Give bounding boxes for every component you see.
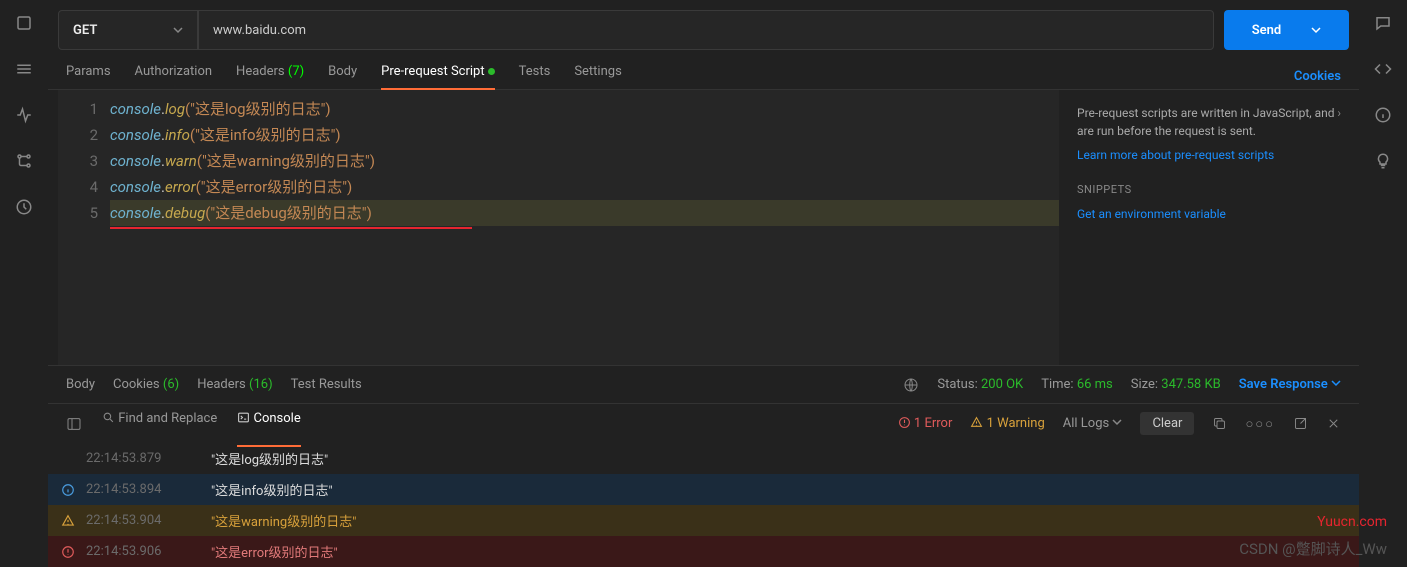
chevron-right-icon[interactable]: › bbox=[1337, 104, 1341, 122]
resp-tab-cookies[interactable]: Cookies (6) bbox=[113, 377, 179, 392]
code-line[interactable]: console.info("这是info级别的日志") bbox=[110, 122, 1059, 148]
warn-icon bbox=[60, 514, 76, 528]
help-panel: › Pre-request scripts are written in Jav… bbox=[1059, 90, 1359, 365]
response-tabs: Body Cookies (6) Headers (16) Test Resul… bbox=[48, 365, 1359, 403]
chevron-down-icon bbox=[173, 25, 183, 35]
code-line[interactable]: console.debug("这是debug级别的日志") bbox=[110, 200, 1059, 226]
find-replace-tab[interactable]: Find and Replace bbox=[102, 411, 217, 436]
bottom-bar: Find and Replace Console 1 Error 1 Warni… bbox=[48, 403, 1359, 443]
log-timestamp: 22:14:53.904 bbox=[86, 513, 201, 528]
send-label: Send bbox=[1252, 23, 1282, 38]
log-row[interactable]: 22:14:53.906 "这是error级别的日志" bbox=[48, 536, 1359, 567]
log-row[interactable]: 22:14:53.894 "这是info级别的日志" bbox=[48, 474, 1359, 505]
line-gutter: 12345 bbox=[58, 90, 110, 365]
main-panel: GET www.baidu.com Send Params Authorizat… bbox=[48, 0, 1359, 567]
apis-icon[interactable] bbox=[15, 60, 33, 78]
save-response-button[interactable]: Save Response bbox=[1239, 377, 1341, 392]
popout-icon[interactable] bbox=[1293, 416, 1308, 431]
snippet-get-env[interactable]: Get an environment variable bbox=[1077, 205, 1341, 223]
warning-icon bbox=[970, 416, 983, 429]
tab-settings[interactable]: Settings bbox=[574, 64, 621, 89]
log-timestamp: 22:14:53.906 bbox=[86, 544, 201, 559]
cookies-link[interactable]: Cookies bbox=[1294, 69, 1341, 84]
error-icon bbox=[60, 545, 76, 559]
tab-body[interactable]: Body bbox=[328, 64, 357, 89]
resp-tab-headers[interactable]: Headers (16) bbox=[197, 377, 272, 392]
resp-tab-tests[interactable]: Test Results bbox=[291, 377, 362, 392]
sidebar-icon[interactable] bbox=[66, 416, 82, 432]
time-label: Time: 66 ms bbox=[1041, 377, 1113, 392]
history-icon[interactable] bbox=[15, 198, 33, 216]
url-input[interactable]: www.baidu.com bbox=[198, 10, 1214, 50]
lightbulb-icon[interactable] bbox=[1374, 152, 1392, 170]
code-icon[interactable] bbox=[1374, 60, 1392, 78]
log-timestamp: 22:14:53.894 bbox=[86, 482, 201, 497]
close-icon[interactable] bbox=[1326, 416, 1341, 431]
chevron-down-icon bbox=[1331, 378, 1341, 388]
search-icon bbox=[102, 411, 115, 424]
editor-area: 12345 console.log("这是log级别的日志")console.i… bbox=[48, 90, 1359, 365]
left-sidebar bbox=[0, 0, 48, 567]
modified-dot-icon bbox=[488, 68, 495, 75]
comments-icon[interactable] bbox=[1374, 14, 1392, 32]
more-icon[interactable]: ○○○ bbox=[1245, 416, 1275, 432]
log-message: "这是error级别的日志" bbox=[211, 542, 338, 561]
info-icon[interactable] bbox=[1374, 106, 1392, 124]
code-editor[interactable]: 12345 console.log("这是log级别的日志")console.i… bbox=[58, 90, 1059, 365]
url-value: www.baidu.com bbox=[213, 23, 306, 38]
info-icon bbox=[60, 483, 76, 497]
console-output: 22:14:53.879 "这是log级别的日志" 22:14:53.894 "这是i… bbox=[48, 443, 1359, 567]
log-message: "这是log级别的日志" bbox=[211, 449, 328, 468]
code-line[interactable]: console.error("这是error级别的日志") bbox=[110, 174, 1059, 200]
log-row[interactable]: 22:14:53.879 "这是log级别的日志" bbox=[48, 443, 1359, 474]
code-line[interactable]: console.log("这是log级别的日志") bbox=[110, 96, 1059, 122]
error-icon bbox=[898, 416, 911, 429]
tab-headers[interactable]: Headers (7) bbox=[236, 64, 304, 89]
log-row[interactable]: 22:14:53.904 "这是warning级别的日志" bbox=[48, 505, 1359, 536]
code-line[interactable]: console.warn("这是warning级别的日志") bbox=[110, 148, 1059, 174]
help-text: Pre-request scripts are written in JavaS… bbox=[1077, 104, 1341, 140]
monitor-icon[interactable] bbox=[15, 106, 33, 124]
console-tab[interactable]: Console bbox=[237, 411, 300, 436]
chevron-down-icon bbox=[1112, 417, 1122, 427]
help-link[interactable]: Learn more about pre-request scripts bbox=[1077, 146, 1341, 164]
log-message: "这是warning级别的日志" bbox=[211, 511, 356, 530]
chevron-down-icon bbox=[1311, 25, 1321, 35]
request-row: GET www.baidu.com Send bbox=[48, 0, 1359, 50]
resp-tab-body[interactable]: Body bbox=[66, 377, 95, 392]
collections-icon[interactable] bbox=[15, 14, 33, 32]
send-button[interactable]: Send bbox=[1224, 10, 1349, 50]
size-label: Size: 347.58 KB bbox=[1131, 377, 1221, 392]
log-timestamp: 22:14:53.879 bbox=[86, 451, 201, 466]
warning-count[interactable]: 1 Warning bbox=[970, 416, 1044, 431]
request-tabs: Params Authorization Headers (7) Body Pr… bbox=[48, 50, 1359, 90]
tab-tests[interactable]: Tests bbox=[519, 64, 551, 89]
tab-authorization[interactable]: Authorization bbox=[135, 64, 213, 89]
tab-pre-request-script[interactable]: Pre-request Script bbox=[381, 64, 494, 89]
log-message: "这是info级别的日志" bbox=[211, 480, 333, 499]
console-icon bbox=[237, 411, 250, 424]
globe-icon[interactable] bbox=[903, 377, 919, 393]
log-filter[interactable]: All Logs bbox=[1063, 416, 1123, 431]
method-value: GET bbox=[73, 23, 97, 38]
error-count[interactable]: 1 Error bbox=[898, 416, 953, 431]
snippets-title: SNIPPETS bbox=[1077, 182, 1341, 199]
tab-params[interactable]: Params bbox=[66, 64, 111, 89]
code-content: console.log("这是log级别的日志")console.info("这… bbox=[110, 90, 1059, 365]
status-label: Status: 200 OK bbox=[937, 377, 1023, 392]
flow-icon[interactable] bbox=[15, 152, 33, 170]
copy-icon[interactable] bbox=[1212, 416, 1227, 431]
clear-button[interactable]: Clear bbox=[1140, 412, 1194, 435]
method-select[interactable]: GET bbox=[58, 10, 198, 50]
right-sidebar bbox=[1359, 0, 1407, 567]
